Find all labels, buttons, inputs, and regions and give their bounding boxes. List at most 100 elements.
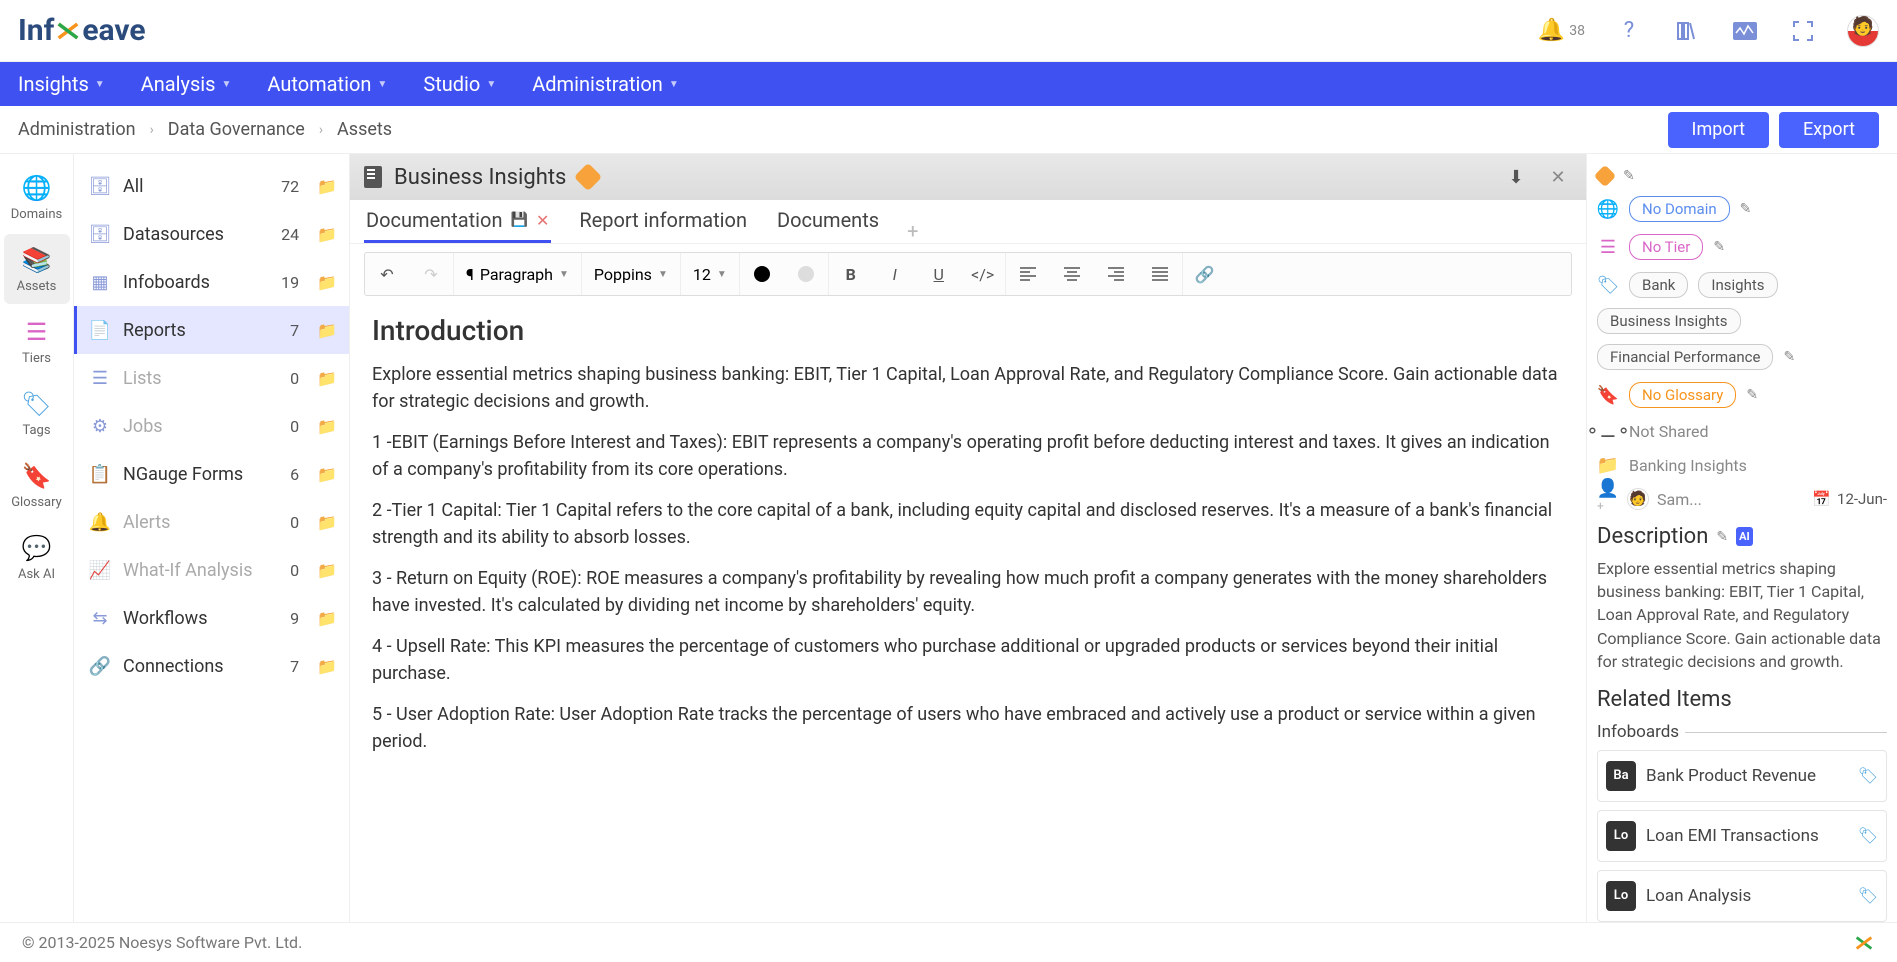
close-icon[interactable]: ✕ bbox=[1544, 163, 1572, 191]
rail-glossary[interactable]: 🔖Glossary bbox=[4, 450, 70, 520]
main-area: 🌐Domains📚Assets☰Tiers🏷Tags🔖Glossary💬Ask … bbox=[0, 154, 1897, 922]
doc-paragraph: 4 - Upsell Rate: This KPI measures the p… bbox=[372, 633, 1564, 687]
font-select[interactable]: Poppins▼ bbox=[582, 253, 680, 295]
align-right-button[interactable] bbox=[1094, 253, 1138, 295]
bold-button[interactable]: B bbox=[829, 253, 873, 295]
rail-tiers[interactable]: ☰Tiers bbox=[4, 306, 70, 376]
asset-lists[interactable]: ☰Lists0📁 bbox=[74, 354, 349, 402]
logo-text-2: eave bbox=[82, 13, 145, 48]
download-icon[interactable]: ⬇ bbox=[1502, 163, 1530, 191]
fullscreen-icon[interactable] bbox=[1789, 17, 1817, 45]
add-tab-button[interactable]: + bbox=[907, 219, 918, 243]
doc-paragraph: 1 -EBIT (Earnings Before Interest and Ta… bbox=[372, 429, 1564, 483]
asset-connections[interactable]: 🔗Connections7📁 bbox=[74, 642, 349, 690]
rail-domains[interactable]: 🌐Domains bbox=[4, 162, 70, 232]
chevron-down-icon: ▼ bbox=[486, 79, 496, 90]
crumb-administration[interactable]: Administration bbox=[18, 119, 136, 140]
rail-ask-ai[interactable]: 💬Ask AI bbox=[4, 522, 70, 592]
import-button[interactable]: Import bbox=[1668, 112, 1769, 148]
paragraph-select[interactable]: ¶ Paragraph▼ bbox=[454, 253, 581, 295]
doc-paragraph: Explore essential metrics shaping busine… bbox=[372, 361, 1564, 415]
redo-button[interactable]: ↷ bbox=[409, 253, 453, 295]
asset-ngauge-forms[interactable]: 📋NGauge Forms6📁 bbox=[74, 450, 349, 498]
italic-button[interactable]: I bbox=[873, 253, 917, 295]
nav-automation[interactable]: Automation▼ bbox=[267, 72, 387, 96]
asset-what-if-analysis[interactable]: 📈What-If Analysis0📁 bbox=[74, 546, 349, 594]
edit-icon[interactable]: ✎ bbox=[1713, 239, 1725, 255]
related-item[interactable]: LoLoan Analysis🏷 bbox=[1597, 870, 1887, 922]
list-icon: ☰ bbox=[89, 367, 111, 389]
tag-pill[interactable]: Bank bbox=[1629, 272, 1688, 298]
globe-icon: 🌐 bbox=[1597, 198, 1619, 220]
tab-documentation[interactable]: Documentation💾✕ bbox=[364, 200, 551, 243]
bg-color-button[interactable] bbox=[784, 253, 828, 295]
tag-pill[interactable]: Insights bbox=[1698, 272, 1777, 298]
report-icon bbox=[364, 166, 382, 188]
notifications[interactable]: 🔔 38 bbox=[1537, 17, 1585, 45]
header-buttons: Import Export bbox=[1668, 112, 1879, 148]
close-icon[interactable]: ✕ bbox=[536, 211, 549, 230]
logo[interactable]: Inf eave bbox=[18, 13, 146, 48]
nav-studio[interactable]: Studio▼ bbox=[423, 72, 496, 96]
asset-datasources[interactable]: 🗄Datasources24📁 bbox=[74, 210, 349, 258]
tab-report-information[interactable]: Report information bbox=[577, 200, 749, 243]
export-button[interactable]: Export bbox=[1779, 112, 1879, 148]
glossary-pill[interactable]: No Glossary bbox=[1629, 382, 1736, 408]
editor-body[interactable]: Introduction Explore essential metrics s… bbox=[350, 296, 1586, 922]
editor-toolbar: ↶↷ ¶ Paragraph▼ Poppins▼ 12▼ B I U </> 🔗 bbox=[364, 252, 1572, 296]
edit-icon[interactable]: ✎ bbox=[1623, 168, 1635, 184]
nav-insights[interactable]: Insights▼ bbox=[18, 72, 105, 96]
help-icon[interactable]: ? bbox=[1615, 17, 1643, 45]
align-justify-button[interactable] bbox=[1138, 253, 1182, 295]
layers-icon: ☰ bbox=[22, 317, 52, 347]
tag-pill[interactable]: Business Insights bbox=[1597, 308, 1741, 334]
form-icon: 📋 bbox=[89, 463, 111, 485]
tier-pill[interactable]: No Tier bbox=[1629, 234, 1703, 260]
folder-icon: 📁 bbox=[317, 225, 337, 244]
underline-button[interactable]: U bbox=[917, 253, 961, 295]
asset-all[interactable]: 🗄All72📁 bbox=[74, 162, 349, 210]
ai-badge-icon[interactable]: AI bbox=[1736, 527, 1753, 546]
code-button[interactable]: </> bbox=[961, 253, 1005, 295]
nav-analysis[interactable]: Analysis▼ bbox=[141, 72, 232, 96]
chevron-down-icon: ▼ bbox=[95, 79, 105, 90]
nav-administration[interactable]: Administration▼ bbox=[532, 72, 679, 96]
monitor-icon[interactable] bbox=[1731, 17, 1759, 45]
related-item[interactable]: LoLoan EMI Transactions🏷 bbox=[1597, 810, 1887, 862]
library-icon[interactable] bbox=[1673, 17, 1701, 45]
tag-pill[interactable]: Financial Performance bbox=[1597, 344, 1773, 370]
folder-icon: 📁 bbox=[317, 177, 337, 196]
crumb-data-governance[interactable]: Data Governance bbox=[168, 119, 305, 140]
align-left-button[interactable] bbox=[1006, 253, 1050, 295]
related-item[interactable]: BaBank Product Revenue🏷 bbox=[1597, 750, 1887, 802]
asset-workflows[interactable]: ⇆Workflows9📁 bbox=[74, 594, 349, 642]
crumb-assets[interactable]: Assets bbox=[337, 119, 392, 140]
asset-alerts[interactable]: 🔔Alerts0📁 bbox=[74, 498, 349, 546]
asset-reports[interactable]: 📄Reports7📁 bbox=[74, 306, 349, 354]
edit-icon[interactable]: ✎ bbox=[1716, 529, 1728, 545]
bookmark-icon: 🔖 bbox=[22, 461, 52, 491]
asset-infoboards[interactable]: ▦Infoboards19📁 bbox=[74, 258, 349, 306]
asset-jobs[interactable]: ⚙Jobs0📁 bbox=[74, 402, 349, 450]
content-tabs: Documentation💾✕ Report information Documen… bbox=[350, 200, 1586, 244]
size-select[interactable]: 12▼ bbox=[681, 253, 739, 295]
tab-documents[interactable]: Documents bbox=[775, 200, 881, 243]
text-color-button[interactable] bbox=[740, 253, 784, 295]
domain-pill[interactable]: No Domain bbox=[1629, 196, 1730, 222]
user-avatar[interactable]: 🧑 bbox=[1847, 15, 1879, 47]
shared-label: Not Shared bbox=[1629, 422, 1709, 441]
related-heading: Related Items bbox=[1597, 687, 1887, 712]
rail-tags[interactable]: 🏷Tags bbox=[4, 378, 70, 448]
link-button[interactable]: 🔗 bbox=[1183, 253, 1227, 295]
undo-button[interactable]: ↶ bbox=[365, 253, 409, 295]
align-center-button[interactable] bbox=[1050, 253, 1094, 295]
edit-icon[interactable]: ✎ bbox=[1746, 387, 1758, 403]
edit-icon[interactable]: ✎ bbox=[1740, 201, 1752, 217]
folder-icon: 📁 bbox=[1597, 454, 1619, 476]
rail-assets[interactable]: 📚Assets bbox=[4, 234, 70, 304]
chevron-down-icon: ▼ bbox=[669, 79, 679, 90]
edit-icon[interactable]: ✎ bbox=[1783, 349, 1795, 365]
user-add-icon: 👤⁺ bbox=[1597, 488, 1619, 510]
app-header: Inf eave 🔔 38 ? 🧑 bbox=[0, 0, 1897, 62]
chevron-right-icon: › bbox=[150, 122, 154, 138]
